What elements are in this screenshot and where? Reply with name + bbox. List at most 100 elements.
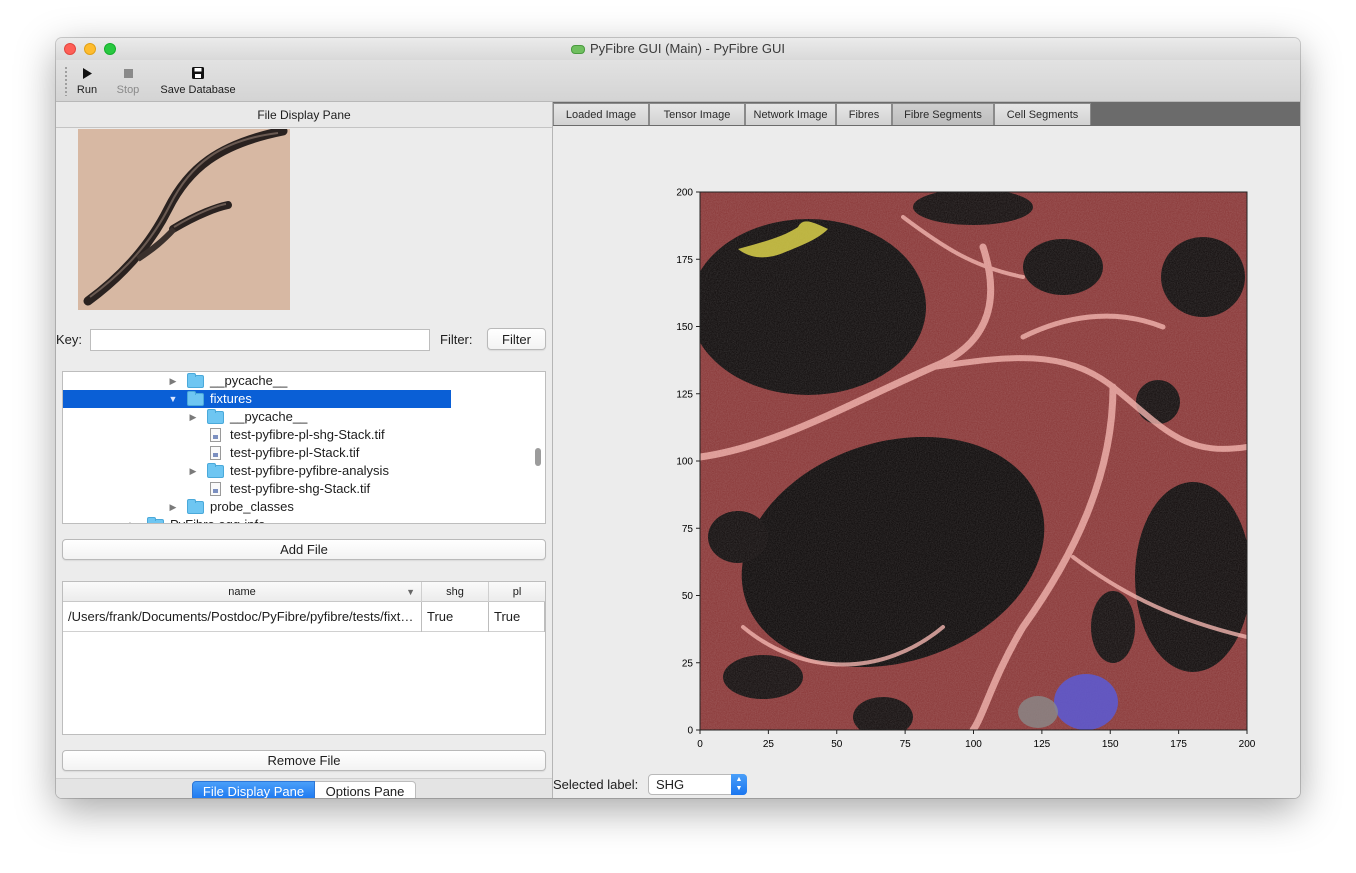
folder-icon bbox=[187, 499, 204, 514]
tree-scrollbar[interactable] bbox=[535, 448, 541, 466]
floppy-icon bbox=[158, 65, 238, 81]
y-tick-label: 25 bbox=[682, 658, 694, 669]
x-tick-label: 25 bbox=[763, 739, 775, 750]
maximize-window-button[interactable] bbox=[104, 43, 116, 55]
tree-row[interactable]: ▶ probe_classes bbox=[63, 498, 531, 516]
selected-label-row: Selected label: SHG ▲ ▼ bbox=[553, 772, 853, 796]
stop-button[interactable]: Stop bbox=[114, 65, 142, 96]
tree-label: PyFibre.egg-info bbox=[170, 516, 265, 523]
key-input[interactable] bbox=[90, 329, 430, 351]
image-pane: Loaded Image Tensor Image Network Image … bbox=[553, 102, 1300, 798]
toolbar: Run Stop Save Database bbox=[56, 60, 1300, 102]
expand-arrow-icon[interactable]: ▶ bbox=[167, 498, 179, 516]
tif-file-icon bbox=[210, 482, 221, 496]
tree-label: __pycache__ bbox=[210, 373, 288, 388]
tab-tensor-image[interactable]: Tensor Image bbox=[649, 103, 745, 125]
pane-title: File Display Pane bbox=[56, 102, 552, 128]
tree-label: fixtures bbox=[210, 391, 252, 406]
column-header-name[interactable]: name ▼ bbox=[63, 582, 422, 602]
remove-file-button[interactable]: Remove File bbox=[62, 750, 546, 771]
collapse-arrow-icon[interactable]: ▼ bbox=[167, 390, 179, 408]
y-tick-label: 125 bbox=[676, 389, 693, 400]
x-tick-label: 0 bbox=[697, 739, 703, 750]
y-tick-label: 75 bbox=[682, 524, 694, 535]
tab-fibres[interactable]: Fibres bbox=[836, 103, 892, 125]
x-tick-label: 75 bbox=[900, 739, 912, 750]
y-tick-label: 50 bbox=[682, 591, 694, 602]
tab-fibre-segments[interactable]: Fibre Segments bbox=[892, 103, 994, 125]
tree-row[interactable]: ▶ PyFibre.egg-info bbox=[63, 516, 531, 523]
expand-arrow-icon[interactable]: ▶ bbox=[187, 408, 199, 426]
expand-arrow-icon[interactable]: ▶ bbox=[187, 462, 199, 480]
close-window-button[interactable] bbox=[64, 43, 76, 55]
y-tick-label: 175 bbox=[676, 255, 693, 266]
table-row[interactable]: /Users/frank/Documents/Postdoc/PyFibre/p… bbox=[63, 602, 545, 632]
folder-icon bbox=[207, 463, 224, 478]
tab-options-pane[interactable]: Options Pane bbox=[315, 781, 416, 798]
folder-icon bbox=[187, 391, 204, 406]
tree-label: test-pyfibre-pl-Stack.tif bbox=[230, 445, 360, 460]
tree-label: probe_classes bbox=[210, 499, 294, 514]
tab-loaded-image[interactable]: Loaded Image bbox=[553, 103, 649, 125]
y-tick-label: 200 bbox=[676, 188, 693, 199]
tree-row[interactable]: ▶ __pycache__ bbox=[63, 372, 531, 390]
tab-network-image[interactable]: Network Image bbox=[745, 103, 836, 125]
tree-label: test-pyfibre-pl-shg-Stack.tif bbox=[230, 427, 385, 442]
toolbar-grip[interactable] bbox=[64, 66, 68, 96]
x-tick-label: 125 bbox=[1034, 739, 1051, 750]
minimize-window-button[interactable] bbox=[84, 43, 96, 55]
table-cell-pl: True bbox=[489, 602, 545, 632]
file-tree[interactable]: ▶ __pycache__ ▼ fixtures ▶ __pycache__ t… bbox=[62, 371, 546, 524]
file-table: name ▼ shg pl /Users/frank/Documents/Pos… bbox=[62, 581, 546, 735]
run-button[interactable]: Run bbox=[76, 65, 98, 96]
play-icon bbox=[76, 65, 98, 81]
selected-label-caption: Selected label: bbox=[553, 777, 639, 792]
title-bar: PyFibre GUI (Main) - PyFibre GUI bbox=[56, 38, 1300, 60]
expand-arrow-icon[interactable]: ▶ bbox=[127, 516, 139, 523]
y-tick-label: 0 bbox=[687, 726, 693, 737]
add-file-button[interactable]: Add File bbox=[62, 539, 546, 560]
filter-label: Filter: bbox=[440, 332, 473, 347]
tree-row[interactable]: test-pyfibre-pl-Stack.tif bbox=[63, 444, 531, 462]
column-header-shg[interactable]: shg bbox=[422, 582, 489, 602]
x-tick-label: 175 bbox=[1170, 739, 1187, 750]
column-header-pl[interactable]: pl bbox=[489, 582, 545, 602]
tree-row[interactable]: test-pyfibre-shg-Stack.tif bbox=[63, 480, 531, 498]
image-area bbox=[700, 192, 1247, 730]
tree-row[interactable]: test-pyfibre-pl-shg-Stack.tif bbox=[63, 426, 531, 444]
tree-label: test-pyfibre-pyfibre-analysis bbox=[230, 463, 389, 478]
folder-icon bbox=[207, 409, 224, 424]
image-thumbnail bbox=[78, 129, 290, 310]
expand-arrow-icon[interactable]: ▶ bbox=[167, 372, 179, 390]
file-display-pane: File Display Pane Key: Filter: Filter ▶ … bbox=[56, 102, 553, 798]
tree-label: __pycache__ bbox=[230, 409, 308, 424]
image-tab-bar: Loaded Image Tensor Image Network Image … bbox=[553, 102, 1300, 126]
selected-label-dropdown[interactable]: SHG ▲ ▼ bbox=[648, 774, 747, 795]
bottom-tab-bar: File Display Pane Options Pane bbox=[56, 778, 552, 798]
tree-row-selected[interactable]: ▼ fixtures bbox=[63, 390, 451, 408]
folder-icon bbox=[147, 517, 164, 523]
tab-file-display-pane[interactable]: File Display Pane bbox=[192, 781, 315, 798]
window-title: PyFibre GUI (Main) - PyFibre GUI bbox=[589, 41, 786, 56]
table-cell-shg: True bbox=[422, 602, 489, 632]
y-tick-label: 100 bbox=[676, 457, 693, 468]
table-cell-name: /Users/frank/Documents/Postdoc/PyFibre/p… bbox=[63, 602, 422, 632]
tree-row[interactable]: ▶ test-pyfibre-pyfibre-analysis bbox=[63, 462, 531, 480]
x-tick-label: 200 bbox=[1239, 739, 1256, 750]
folder-icon bbox=[187, 373, 204, 388]
sort-arrow-icon: ▼ bbox=[406, 587, 415, 597]
run-label: Run bbox=[76, 84, 98, 96]
save-database-button[interactable]: Save Database bbox=[158, 65, 238, 96]
x-tick-label: 150 bbox=[1102, 739, 1119, 750]
tab-cell-segments[interactable]: Cell Segments bbox=[994, 103, 1091, 125]
tif-file-icon bbox=[210, 428, 221, 442]
filter-button[interactable]: Filter bbox=[487, 328, 546, 350]
segment-image-plot[interactable]: 0 25 50 75 100 125 150 175 200 0 25 50 75 100 125 150 17… bbox=[643, 157, 1263, 757]
key-filter-row: Key: Filter: Filter bbox=[56, 328, 552, 352]
tif-file-icon bbox=[210, 446, 221, 460]
updown-arrows-icon: ▲ ▼ bbox=[731, 774, 747, 795]
y-tick-label: 150 bbox=[676, 322, 693, 333]
tree-row[interactable]: ▶ __pycache__ bbox=[63, 408, 531, 426]
x-tick-label: 50 bbox=[831, 739, 843, 750]
app-icon bbox=[570, 44, 585, 54]
